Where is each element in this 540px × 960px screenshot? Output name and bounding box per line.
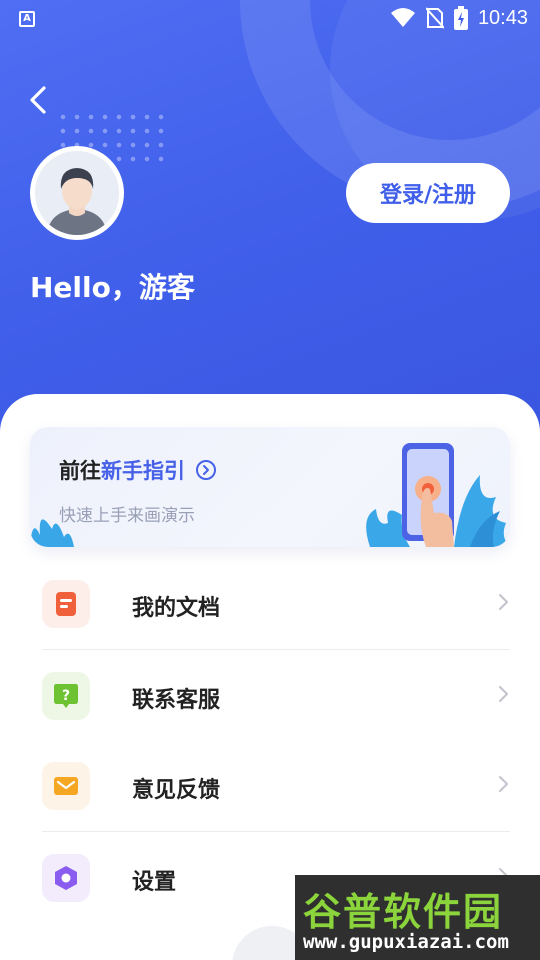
menu-label: 联系客服 [132, 688, 221, 713]
guide-title: 前往 新手指引 [59, 455, 217, 485]
chevron-right-icon [499, 776, 508, 792]
clock: 10:43 [477, 6, 528, 29]
watermark-url: www.gupuxiazai.com [303, 931, 509, 953]
menu-label: 设置 [132, 870, 177, 895]
guide-title-prefix: 前往 [59, 459, 101, 483]
menu-label: 意见反馈 [132, 778, 221, 803]
menu-icon-box [42, 580, 90, 628]
menu-item-contact-support[interactable]: ? 联系客服 [42, 656, 510, 736]
menu-label: 我的文档 [132, 596, 221, 621]
phone-tap-illustration-icon [366, 443, 510, 547]
guide-title-highlight: 新手指引 [101, 459, 185, 483]
menu-item-feedback[interactable]: 意见反馈 [42, 746, 510, 826]
watermark-title: 谷普软件园 [303, 890, 504, 934]
menu-icon-box: ? [42, 672, 90, 720]
settings-hexagon-icon [55, 866, 77, 890]
svg-text:?: ? [62, 688, 70, 704]
document-icon [56, 592, 76, 616]
beginner-guide-card[interactable]: 前往 新手指引 快速上手来画演示 [30, 427, 510, 547]
battery-charging-icon [453, 6, 468, 30]
app-notification-icon: A [19, 11, 35, 27]
divider [42, 831, 510, 832]
menu-icon-box [42, 762, 90, 810]
avatar[interactable] [30, 146, 124, 240]
mail-icon [54, 777, 78, 795]
login-register-button[interactable]: 登录/注册 [346, 163, 510, 223]
guide-subtitle: 快速上手来画演示 [59, 506, 195, 526]
chevron-right-icon [499, 594, 508, 610]
menu-icon-box [42, 854, 90, 902]
watermark-logo: 谷普软件园 www.gupuxiazai.com [295, 875, 540, 960]
default-user-avatar-icon [35, 151, 119, 235]
no-sim-icon [425, 7, 444, 29]
divider [42, 649, 510, 650]
circle-arrow-right-icon [196, 460, 216, 480]
chevron-right-icon [499, 686, 508, 702]
wifi-icon [390, 8, 415, 27]
menu-item-my-documents[interactable]: 我的文档 [42, 564, 510, 644]
chevron-left-icon [30, 86, 46, 114]
status-bar: A 10:43 [0, 0, 540, 36]
help-bubble-icon: ? [54, 684, 78, 708]
greeting-text: Hello，游客 [30, 271, 195, 304]
back-button[interactable] [26, 84, 56, 116]
